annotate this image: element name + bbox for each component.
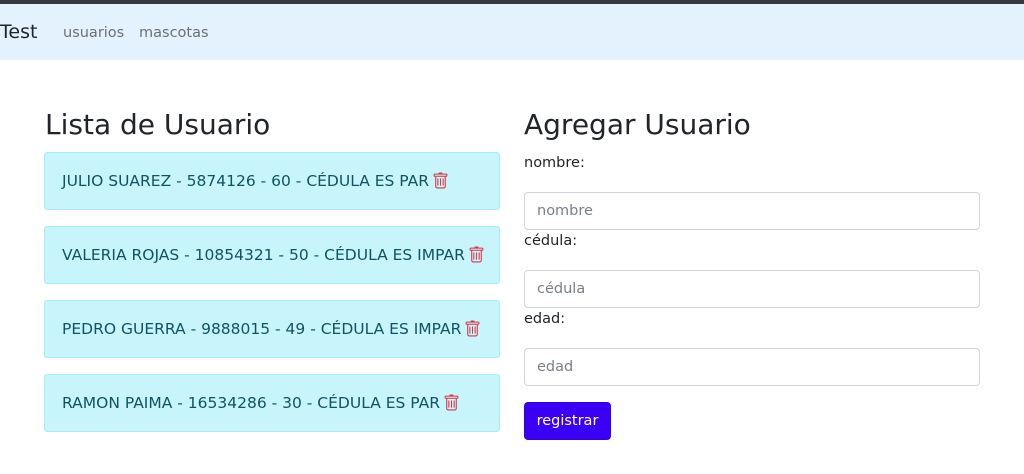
navbar-brand[interactable]: Test bbox=[0, 21, 37, 43]
cedula-label: cédula: bbox=[524, 233, 578, 249]
list-item: PEDRO GUERRA - 9888015 - 49 - CÉDULA ES … bbox=[44, 300, 500, 358]
user-item-text: VALERIA ROJAS - 10854321 - 50 - CÉDULA E… bbox=[62, 246, 465, 264]
trash-icon[interactable] bbox=[443, 394, 460, 412]
user-item-text: JULIO SUAREZ - 5874126 - 60 - CÉDULA ES … bbox=[62, 172, 430, 190]
edad-input[interactable] bbox=[524, 348, 980, 386]
add-user-title: Agregar Usuario bbox=[524, 108, 751, 141]
trash-icon[interactable] bbox=[468, 246, 485, 264]
registrar-button[interactable]: registrar bbox=[524, 402, 611, 440]
nav-link-usuarios[interactable]: usuarios bbox=[63, 25, 124, 41]
edad-label: edad: bbox=[524, 311, 566, 327]
nombre-input[interactable] bbox=[524, 192, 980, 230]
navbar: Test usuarios mascotas bbox=[0, 4, 1024, 60]
user-item-text: RAMON PAIMA - 16534286 - 30 - CÉDULA ES … bbox=[62, 394, 441, 412]
trash-icon[interactable] bbox=[432, 172, 449, 190]
list-item: JULIO SUAREZ - 5874126 - 60 - CÉDULA ES … bbox=[44, 152, 500, 210]
nombre-label: nombre: bbox=[524, 155, 585, 171]
list-item: VALERIA ROJAS - 10854321 - 50 - CÉDULA E… bbox=[44, 226, 500, 284]
cedula-input[interactable] bbox=[524, 270, 980, 308]
user-list-title: Lista de Usuario bbox=[45, 108, 271, 141]
trash-icon[interactable] bbox=[464, 320, 481, 338]
nav-link-mascotas[interactable]: mascotas bbox=[139, 25, 209, 41]
list-item: RAMON PAIMA - 16534286 - 30 - CÉDULA ES … bbox=[44, 374, 500, 432]
user-item-text: PEDRO GUERRA - 9888015 - 49 - CÉDULA ES … bbox=[62, 320, 462, 338]
